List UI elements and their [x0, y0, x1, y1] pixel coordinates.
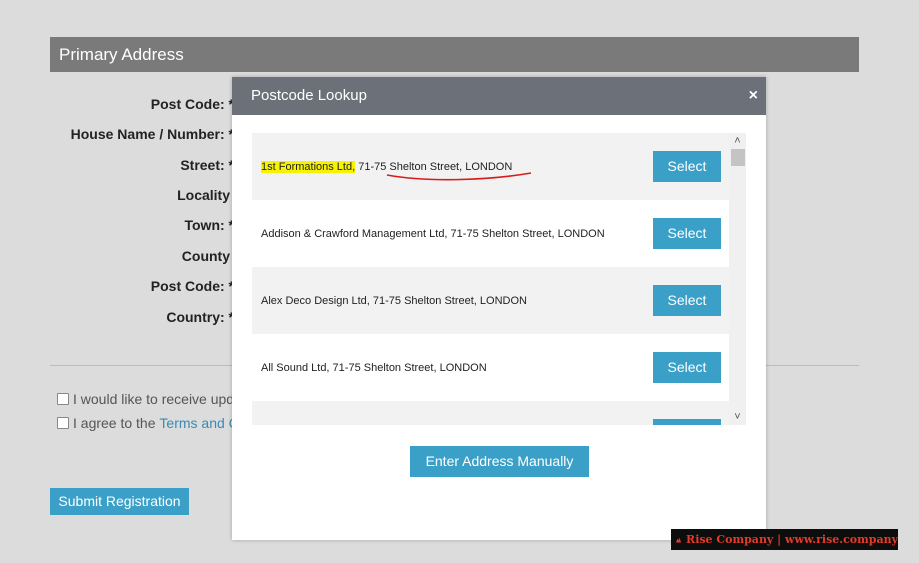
address-row: All Sound Ltd, 71-75 Shelton Street, LON…: [252, 334, 729, 401]
form-label-house: House Name / Number: *: [70, 126, 234, 142]
form-label-county: County: [181, 248, 230, 264]
postcode-lookup-modal: Postcode Lookup × 1st Formations Ltd, 71…: [232, 77, 766, 540]
highlighted-company: 1st Formations Ltd,: [261, 160, 356, 173]
modal-header: Postcode Lookup ×: [232, 77, 766, 115]
scrollbar[interactable]: ˄ ˅: [729, 133, 746, 425]
modal-title: Postcode Lookup: [251, 87, 367, 104]
address-text: Alex Deco Design Ltd, 71-75 Shelton Stre…: [261, 295, 527, 307]
updates-label: I would like to receive updat: [73, 391, 246, 407]
scrollbar-thumb[interactable]: [731, 149, 745, 166]
submit-registration-button[interactable]: Submit Registration: [50, 488, 189, 515]
select-button[interactable]: Select: [653, 151, 721, 182]
watermark-text: Rise Company | www.rise.company: [686, 533, 898, 546]
address-row: Addison & Crawford Management Ltd, 71-75…: [252, 200, 729, 267]
form-label-street: Street: *: [180, 157, 234, 173]
chevron-up-icon[interactable]: ˄: [729, 133, 746, 149]
address-row: 1st Formations Ltd, 71-75 Shelton Street…: [252, 133, 729, 200]
form-label-locality: Locality: [177, 187, 230, 203]
address-row: Alex Deco Design Ltd, 71-75 Shelton Stre…: [252, 267, 729, 334]
rise-logo-icon: [676, 536, 682, 543]
red-underline-annotation: [386, 172, 532, 181]
select-button[interactable]: Select: [653, 285, 721, 316]
company-name: Alex Deco Design Ltd,: [261, 294, 370, 307]
address-list[interactable]: 1st Formations Ltd, 71-75 Shelton Street…: [252, 133, 729, 425]
terms-checkbox-row[interactable]: I agree to the Terms and Co: [57, 415, 247, 431]
terms-checkbox[interactable]: [57, 417, 69, 429]
form-label-country: Country: *: [166, 309, 234, 325]
address-row-partial: [252, 401, 729, 425]
address-detail: 71-75 Shelton Street, LONDON: [447, 227, 605, 240]
select-button[interactable]: Select: [653, 218, 721, 249]
updates-checkbox-row[interactable]: I would like to receive updat: [57, 391, 246, 407]
watermark: Rise Company | www.rise.company: [671, 529, 898, 550]
form-label-postcode: Post Code: *: [150, 96, 234, 112]
close-icon[interactable]: ×: [749, 77, 758, 115]
company-name: All Sound Ltd,: [261, 361, 330, 374]
address-detail: 71-75 Shelton Street, LONDON: [369, 294, 527, 307]
section-header-primary-address: Primary Address: [50, 37, 859, 72]
terms-prefix: I agree to the: [73, 415, 160, 431]
address-text: All Sound Ltd, 71-75 Shelton Street, LON…: [261, 362, 487, 374]
updates-checkbox[interactable]: [57, 393, 69, 405]
address-detail: 71-75 Shelton Street, LONDON: [329, 361, 487, 374]
select-button-partial[interactable]: [653, 419, 721, 425]
form-label-postcode-2: Post Code: *: [150, 278, 234, 294]
address-text: Addison & Crawford Management Ltd, 71-75…: [261, 228, 605, 240]
select-button[interactable]: Select: [653, 352, 721, 383]
form-label-town: Town: *: [184, 217, 234, 233]
company-name: Addison & Crawford Management Ltd,: [261, 227, 448, 240]
enter-address-manually-button[interactable]: Enter Address Manually: [410, 446, 589, 477]
chevron-down-icon[interactable]: ˅: [729, 409, 746, 425]
